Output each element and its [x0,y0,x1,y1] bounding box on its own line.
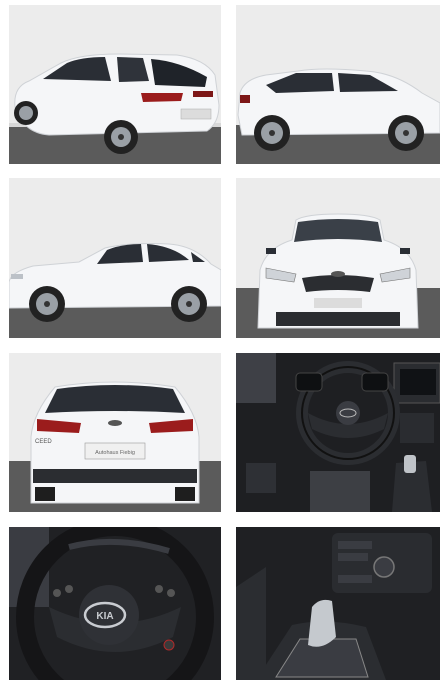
photo-right-side-profile[interactable] [236,5,440,164]
car-left-profile-image [9,178,221,338]
photo-front-view[interactable] [236,178,440,338]
photo-rear-view[interactable]: CEED Autohaus Fiebig [9,353,221,512]
dashboard-image [236,353,440,512]
model-badge: CEED [35,439,52,445]
car-front-image [236,178,440,338]
photo-gear-shifter-console[interactable] [236,527,440,680]
photo-gallery: CEED Autohaus Fiebig KIA [0,0,440,680]
photo-left-side-profile[interactable] [9,178,221,338]
kia-logo-text: KIA [96,611,113,622]
photo-rear-left-three-quarter[interactable] [9,5,221,164]
car-rear-image: CEED Autohaus Fiebig [9,353,221,512]
photo-dashboard-interior[interactable] [236,353,440,512]
car-rear-three-quarter-image [9,5,221,164]
car-right-profile-image [236,5,440,164]
steering-wheel-image: KIA [9,527,221,680]
plate-watermark: Autohaus Fiebig [95,450,135,456]
gear-shifter-image [236,527,440,680]
photo-steering-wheel-closeup[interactable]: KIA [9,527,221,680]
